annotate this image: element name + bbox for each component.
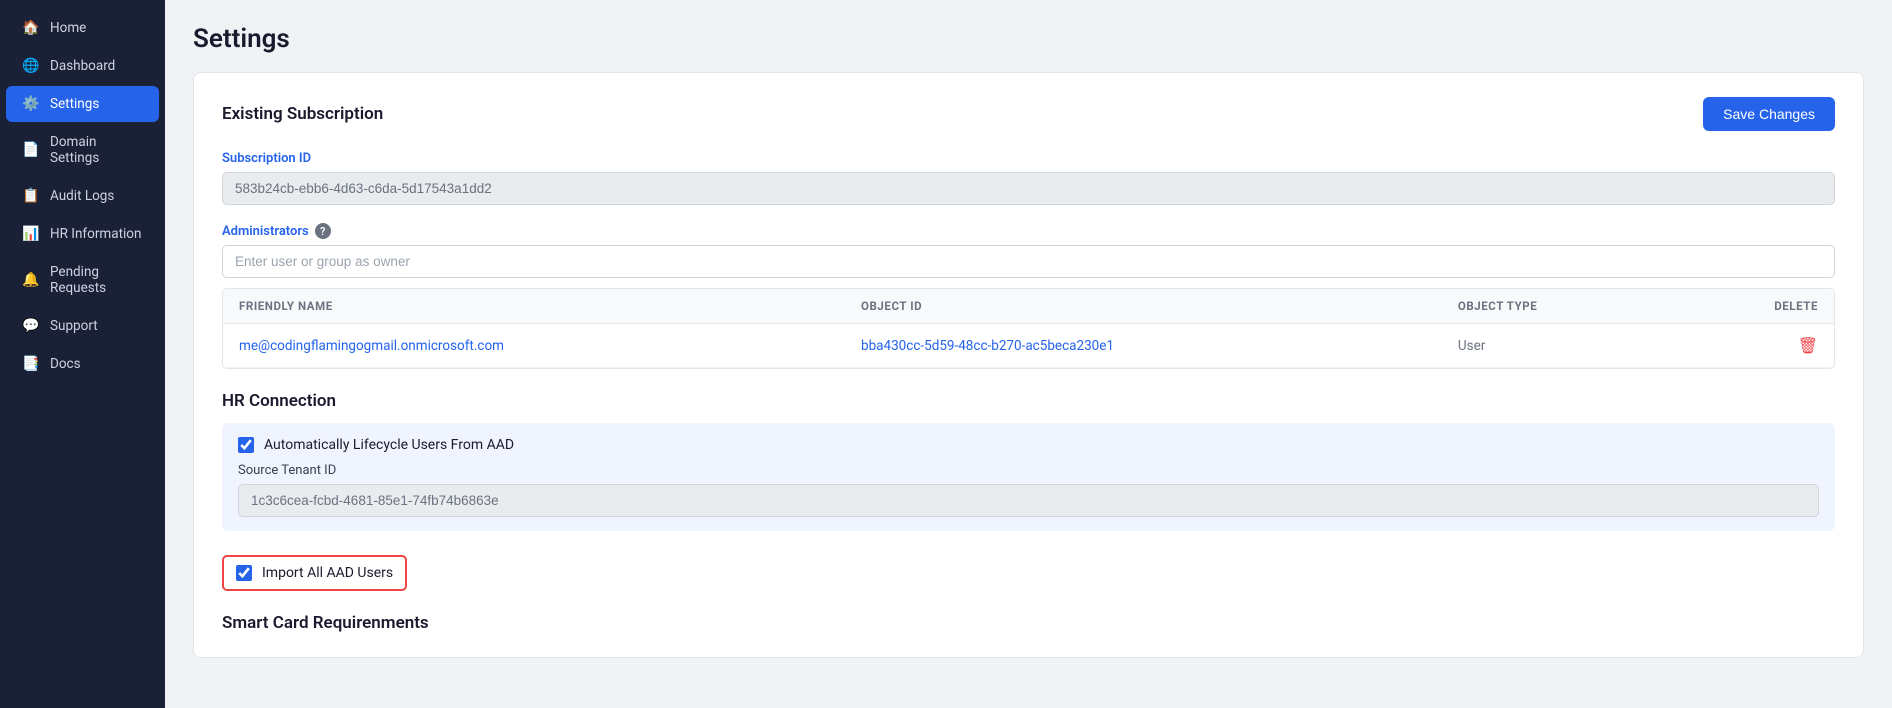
table-row: me@codingflamingogmail.onmicrosoft.com b…: [223, 324, 1834, 368]
col-object-type: OBJECT TYPE: [1442, 289, 1675, 324]
sidebar-label-home: Home: [50, 20, 86, 36]
delete-icon[interactable]: 🗑: [1798, 336, 1818, 355]
sidebar-item-dashboard[interactable]: 🌐 Dashboard: [6, 48, 159, 84]
administrators-table: FRIENDLY NAME OBJECT ID OBJECT TYPE DELE…: [223, 289, 1834, 368]
smart-card-title: Smart Card Requirenments: [222, 613, 1835, 633]
administrators-table-wrapper: FRIENDLY NAME OBJECT ID OBJECT TYPE DELE…: [222, 288, 1835, 369]
col-delete: DELETE: [1675, 289, 1834, 324]
sidebar-item-settings[interactable]: ⚙️ Settings: [6, 86, 159, 122]
sidebar-item-hr-information[interactable]: 📊 HR Information: [6, 216, 159, 252]
sidebar-label-pending-requests: Pending Requests: [50, 264, 143, 296]
card-header: Existing Subscription Save Changes: [222, 97, 1835, 131]
sidebar-label-hr-information: HR Information: [50, 226, 141, 242]
sidebar-label-domain-settings: Domain Settings: [50, 134, 143, 166]
sidebar-label-support: Support: [50, 318, 98, 334]
hr-information-icon: 📊: [22, 226, 40, 242]
auto-lifecycle-checkbox[interactable]: [238, 437, 254, 453]
subscription-id-label: Subscription ID: [222, 151, 1835, 166]
sidebar-item-docs[interactable]: 📑 Docs: [6, 346, 159, 382]
subscription-section: Subscription ID: [222, 151, 1835, 205]
subscription-id-input: [222, 172, 1835, 205]
home-icon: 🏠: [22, 20, 40, 36]
card-title: Existing Subscription: [222, 104, 383, 124]
sidebar-item-support[interactable]: 💬 Support: [6, 308, 159, 344]
save-changes-button[interactable]: Save Changes: [1703, 97, 1835, 131]
hr-connection-title: HR Connection: [222, 391, 1835, 411]
page-title: Settings: [193, 24, 1864, 54]
main-content: Settings Existing Subscription Save Chan…: [165, 0, 1892, 708]
sidebar-item-domain-settings[interactable]: 📄 Domain Settings: [6, 124, 159, 176]
col-friendly-name: FRIENDLY NAME: [223, 289, 845, 324]
dashboard-icon: 🌐: [22, 58, 40, 74]
object-id-cell: bba430cc-5d59-48cc-b270-ac5beca230e1: [845, 324, 1442, 368]
sidebar-item-home[interactable]: 🏠 Home: [6, 10, 159, 46]
source-tenant-input: [238, 484, 1819, 517]
pending-requests-icon: 🔔: [22, 272, 40, 288]
domain-settings-icon: 📄: [22, 142, 40, 158]
delete-cell: 🗑: [1675, 324, 1834, 368]
sidebar-item-audit-logs[interactable]: 📋 Audit Logs: [6, 178, 159, 214]
sidebar-label-docs: Docs: [50, 356, 81, 372]
sidebar: 🏠 Home 🌐 Dashboard ⚙️ Settings 📄 Domain Setting…: [0, 0, 165, 708]
import-aad-label[interactable]: Import All AAD Users: [262, 565, 393, 581]
import-aad-row: Import All AAD Users: [222, 555, 407, 591]
administrators-help-icon[interactable]: ?: [315, 223, 331, 239]
administrators-table-head: FRIENDLY NAME OBJECT ID OBJECT TYPE DELE…: [223, 289, 1834, 324]
support-icon: 💬: [22, 318, 40, 334]
sidebar-label-dashboard: Dashboard: [50, 58, 115, 74]
col-object-id: OBJECT ID: [845, 289, 1442, 324]
object-type-cell: User: [1442, 324, 1675, 368]
settings-icon: ⚙️: [22, 96, 40, 112]
import-aad-checkbox[interactable]: [236, 565, 252, 581]
auto-lifecycle-label[interactable]: Automatically Lifecycle Users From AAD: [264, 437, 514, 453]
sidebar-item-pending-requests[interactable]: 🔔 Pending Requests: [6, 254, 159, 306]
docs-icon: 📑: [22, 356, 40, 372]
administrators-label: Administrators ?: [222, 223, 1835, 239]
hr-connection-section: Automatically Lifecycle Users From AAD S…: [222, 423, 1835, 531]
auto-lifecycle-row: Automatically Lifecycle Users From AAD: [238, 437, 1819, 453]
administrators-input[interactable]: [222, 245, 1835, 278]
administrators-table-body: me@codingflamingogmail.onmicrosoft.com b…: [223, 324, 1834, 368]
sidebar-label-settings: Settings: [50, 96, 99, 112]
sidebar-label-audit-logs: Audit Logs: [50, 188, 114, 204]
settings-card: Existing Subscription Save Changes Subsc…: [193, 72, 1864, 658]
administrators-section: Administrators ? FRIENDLY NAME OBJECT ID…: [222, 223, 1835, 369]
import-aad-container: Import All AAD Users: [222, 543, 1835, 591]
friendly-name-cell: me@codingflamingogmail.onmicrosoft.com: [223, 324, 845, 368]
audit-logs-icon: 📋: [22, 188, 40, 204]
source-tenant-label: Source Tenant ID: [238, 463, 1819, 478]
